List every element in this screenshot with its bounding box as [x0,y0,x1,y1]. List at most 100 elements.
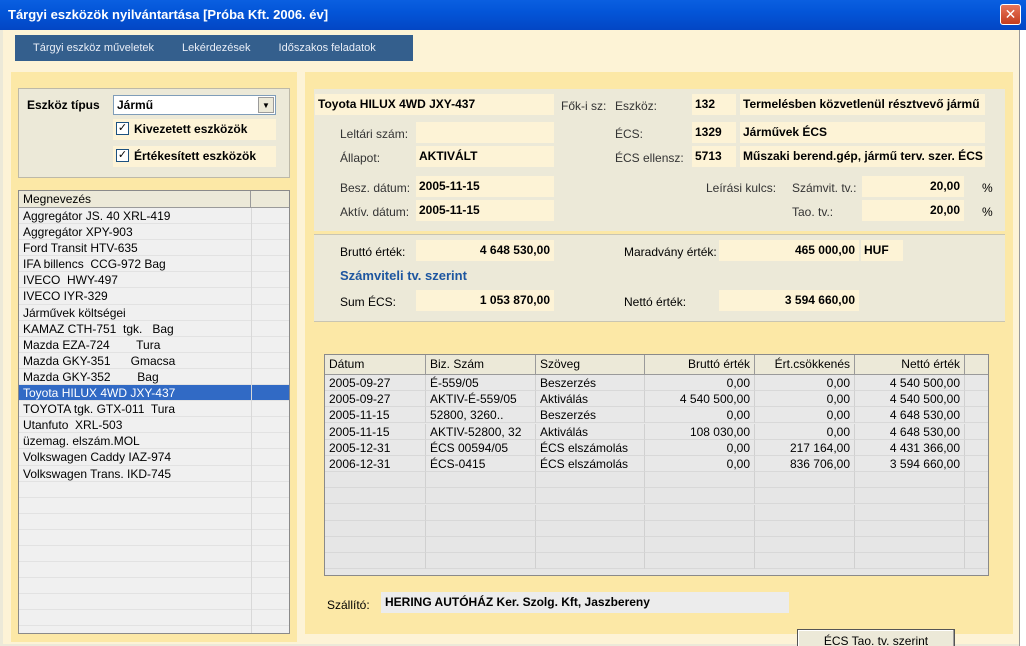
menu-item-queries[interactable]: Lekérdezések [182,42,251,54]
column-header-gross[interactable]: Bruttó érték [645,355,755,374]
eszkoz-code-field: 132 [692,94,736,115]
menu-item-periodic-tasks[interactable]: Időszakos feladatok [279,42,376,54]
list-item [19,514,289,530]
table-cell: 3 594 660,00 [855,455,965,472]
sum-ecs-label: Sum ÉCS: [340,295,397,309]
inventory-number-field [416,122,554,143]
transactions-rows: 2005-09-27 É-559/05 Beszerzés 0,00 0,00 4 540… [325,375,988,570]
table-cell [965,553,988,570]
residual-value-label: Maradvány érték: [624,245,717,259]
table-cell [426,520,536,537]
retired-assets-checkbox[interactable]: ✓ [116,122,129,135]
table-row[interactable]: 2005-09-27 É-559/05 Beszerzés 0,00 0,00 4 540… [325,375,988,392]
table-row[interactable]: 2005-12-31 ÉCS 00594/05 ÉCS elszámolás 0,00… [325,439,988,456]
menu-item-asset-operations[interactable]: Tárgyi eszköz műveletek [33,42,154,54]
table-cell: 4 431 366,00 [855,439,965,456]
list-item[interactable]: IVECO HWY-497 [19,272,289,289]
table-row [325,504,988,521]
table-cell: 2005-09-27 [325,375,426,391]
list-item[interactable]: Volkswagen Caddy IAZ-974 [19,449,289,466]
tax-rate-percent: % [982,205,993,219]
column-header-doc-number[interactable]: Biz. Szám [426,355,536,374]
column-header-name[interactable]: Megnevezés [19,191,251,207]
column-header-text[interactable]: Szöveg [536,355,645,374]
ecs-counter-label: ÉCS ellensz: [615,151,684,165]
table-row[interactable]: 2005-11-15 AKTIV-52800, 32 Aktiválás 108 03… [325,423,988,440]
table-cell: 0,00 [645,439,755,456]
gross-value-field: 4 648 530,00 [416,240,554,261]
status-label: Állapot: [340,151,381,165]
asset-type-select[interactable]: Jármű ▼ [113,95,276,115]
retired-assets-label: Kivezetett eszközök [134,122,248,136]
ecs-tax-button[interactable]: ÉCS Tao. tv. szerint [797,629,955,646]
table-cell: 2005-12-31 [325,439,426,456]
list-item[interactable]: Mazda GKY-352 Bag [19,369,289,386]
table-row[interactable]: 2005-09-27 AKTIV-É-559/05 Aktiválás 4 540 5… [325,391,988,408]
table-cell: Aktiválás [536,423,645,440]
table-row[interactable]: 2005-11-15 52800, 3260.. Beszerzés 0,00 0,00… [325,407,988,424]
list-item[interactable]: üzemag. elszám.MOL [19,433,289,450]
asset-info-box: Toyota HILUX 4WD JXY-437 Fők-i sz: Eszkö… [314,89,1005,231]
close-button[interactable]: ✕ [1000,4,1021,25]
net-value-label: Nettó érték: [624,295,687,309]
table-cell [965,505,988,521]
list-item[interactable]: Mazda GKY-351 Gmacsa [19,353,289,370]
table-cell [965,521,988,537]
ecs-counter-text-field: Műszaki berend.gép, jármű terv. szer. ÉC… [740,146,985,167]
table-cell: 0,00 [755,407,855,424]
table-cell [965,456,988,472]
tax-act-label: Tao. tv.: [792,205,834,219]
list-item[interactable]: IFA billencs CCG-972 Bag [19,256,289,273]
table-cell: ÉCS elszámolás [536,455,645,472]
table-cell: 836 706,00 [755,455,855,472]
ecs-text-field: Járművek ÉCS [740,122,985,143]
table-cell: 0,00 [645,455,755,472]
list-item[interactable]: Aggregátor XPY-903 [19,224,289,241]
section-title: Számviteli tv. szerint [340,268,467,283]
accounting-act-label: Számvit. tv.: [792,181,857,195]
table-row[interactable]: 2006-12-31 ÉCS-0415 ÉCS elszámolás 0,00 836 … [325,455,988,473]
list-item[interactable]: Toyota HILUX 4WD JXY-437 [19,385,289,402]
table-cell [645,520,755,537]
column-header-date[interactable]: Dátum [325,355,426,374]
sold-assets-checkbox[interactable]: ✓ [116,149,129,162]
column-header-depreciation[interactable]: Ért.csökkenés [755,355,855,374]
table-cell [536,520,645,537]
table-cell: 4 648 530,00 [855,423,965,440]
purchase-date-field: 2005-11-15 [416,176,554,197]
list-item [19,578,289,595]
table-cell: Aktiválás [536,391,645,408]
sold-assets-checkbox-row[interactable]: ✓ Értékesített eszközök [113,146,276,167]
list-item[interactable]: Mazda EZA-724 Tura [19,337,289,353]
transactions-table[interactable]: Dátum Biz. Szám Szöveg Bruttó érték Ért.… [324,354,989,576]
list-item [19,610,289,627]
table-cell: 4 540 500,00 [855,391,965,408]
transactions-header: Dátum Biz. Szám Szöveg Bruttó érték Ért.… [325,355,988,375]
list-item[interactable]: Ford Transit HTV-635 [19,240,289,257]
list-item[interactable]: Utanfuto XRL-503 [19,417,289,434]
retired-assets-checkbox-row[interactable]: ✓ Kivezetett eszközök [113,119,276,140]
list-item[interactable]: KAMAZ CTH-751 tgk. Bag [19,321,289,337]
list-item[interactable]: Volkswagen Trans. IKD-745 [19,466,289,482]
table-cell [426,553,536,570]
column-header-net[interactable]: Nettó érték [855,355,965,374]
asset-list[interactable]: Megnevezés Aggregátor JS. 40 XRL-419 Aggr… [18,190,290,634]
fokisz-label: Fők-i sz: [561,99,607,113]
chevron-down-icon[interactable]: ▼ [258,97,274,113]
list-item[interactable]: IVECO IYR-329 [19,288,289,305]
table-cell: Beszerzés [536,407,645,424]
table-cell [965,537,988,553]
asset-name-field: Toyota HILUX 4WD JXY-437 [315,94,554,115]
list-item[interactable]: Aggregátor JS. 40 XRL-419 [19,208,289,225]
table-cell [855,553,965,570]
list-item[interactable]: TOYOTA tgk. GTX-011 Tura [19,401,289,418]
table-cell [965,407,988,424]
list-item [19,530,289,547]
inventory-number-label: Leltári szám: [340,127,409,141]
table-row [325,536,988,553]
list-item[interactable]: Járművek költségei [19,305,289,321]
table-cell [855,520,965,537]
table-cell [645,472,755,489]
asset-list-header[interactable]: Megnevezés [19,191,289,208]
eszkoz-text-field: Termelésben közvetlenül résztvevő jármű [740,94,985,115]
